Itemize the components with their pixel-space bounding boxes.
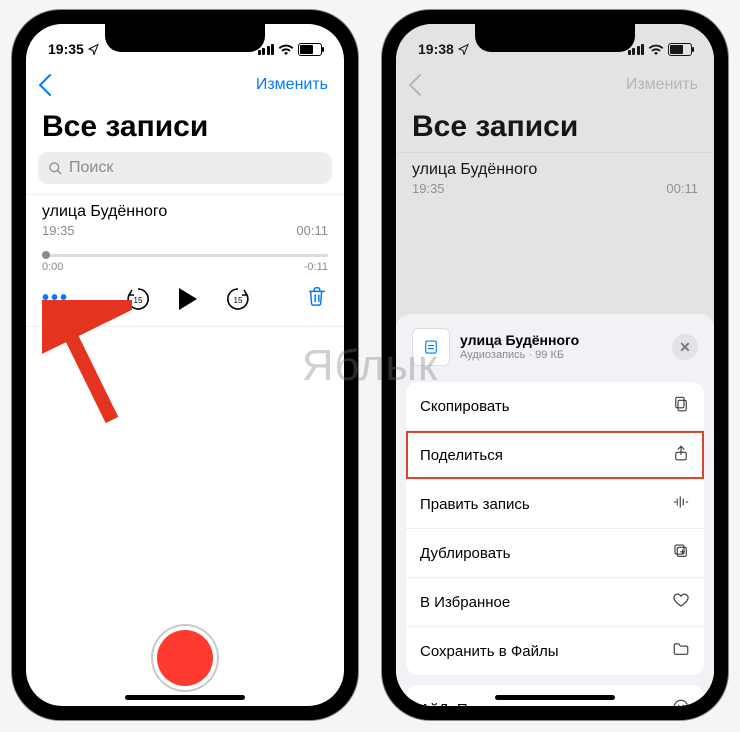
close-button[interactable]: ✕ <box>672 334 698 360</box>
page-title: Все записи <box>26 106 344 152</box>
play-button[interactable] <box>179 288 197 310</box>
recording-duration: 00:11 <box>296 223 328 238</box>
sheet-title: улица Будённого <box>460 332 662 349</box>
folder-icon <box>672 640 690 662</box>
recording-name: улица Будённого <box>42 203 328 221</box>
svg-text:15: 15 <box>233 296 242 305</box>
sheet-item-copy[interactable]: Скопировать <box>406 382 704 431</box>
battery-icon <box>298 43 322 56</box>
sheet-item-label: АйДаПрикол <box>420 701 508 707</box>
record-button[interactable] <box>157 630 213 686</box>
sheet-item-duplicate[interactable]: Дублировать <box>406 529 704 578</box>
home-indicator[interactable] <box>495 695 615 700</box>
skip-forward-15-button[interactable]: 15 <box>225 286 251 312</box>
wifi-icon <box>278 43 294 55</box>
sheet-item-share[interactable]: Поделиться <box>406 431 704 480</box>
delete-button[interactable] <box>306 285 328 312</box>
back-button[interactable] <box>42 77 58 93</box>
elapsed-time: 0:00 <box>42 261 63 273</box>
annotation-arrow <box>42 300 132 440</box>
recording-duration: 00:11 <box>666 181 698 196</box>
sheet-item-label: Скопировать <box>420 398 510 415</box>
sheet-item-favorite[interactable]: В Избранное <box>406 578 704 627</box>
heart-icon <box>672 591 690 613</box>
location-icon <box>88 43 100 55</box>
edit-button[interactable]: Изменить <box>256 76 328 94</box>
phone-right: 19:38 Изменить Все записи улица Будён <box>382 10 728 720</box>
battery-icon <box>668 43 692 56</box>
sheet-item-label: Дублировать <box>420 545 510 562</box>
recording-row: улица Будённого 19:35 00:11 <box>396 152 714 200</box>
sheet-item-label: Сохранить в Файлы <box>420 643 559 660</box>
recording-name: улица Будённого <box>412 161 698 179</box>
svg-text:15: 15 <box>133 296 142 305</box>
page-title: Все записи <box>396 106 714 152</box>
notch <box>475 24 635 52</box>
sheet-item-edit-recording[interactable]: Править запись <box>406 480 704 529</box>
sheet-item-save-files[interactable]: Сохранить в Файлы <box>406 627 704 675</box>
search-icon <box>48 161 63 176</box>
sheet-item-label: В Избранное <box>420 594 510 611</box>
edit-button: Изменить <box>626 76 698 94</box>
notch <box>105 24 265 52</box>
search-input[interactable]: Поиск <box>38 152 332 184</box>
duplicate-icon <box>672 542 690 564</box>
recording-time: 19:35 <box>412 181 445 196</box>
location-icon <box>458 43 470 55</box>
status-time: 19:38 <box>418 41 454 57</box>
nav-bar: Изменить <box>26 64 344 106</box>
waveform-icon <box>672 493 690 515</box>
wifi-icon <box>648 43 664 55</box>
sheet-item-label: Править запись <box>420 496 530 513</box>
remaining-time: -0:11 <box>304 261 328 273</box>
smile-icon <box>672 698 690 706</box>
sheet-menu-primary: Скопировать Поделиться Править запись Ду… <box>406 382 704 675</box>
nav-bar: Изменить <box>396 64 714 106</box>
action-sheet: улица Будённого Аудиозапись · 99 КБ ✕ Ск… <box>396 314 714 706</box>
sheet-item-label: Поделиться <box>420 447 503 464</box>
sheet-subtitle: Аудиозапись · 99 КБ <box>460 349 662 362</box>
back-button[interactable] <box>412 77 428 93</box>
copy-icon <box>672 395 690 417</box>
status-time: 19:35 <box>48 41 84 57</box>
playback-scrubber[interactable]: 0:00 -0:11 <box>42 254 328 273</box>
sheet-thumbnail-icon <box>412 328 450 366</box>
share-icon <box>672 444 690 466</box>
recording-time: 19:35 <box>42 223 75 238</box>
search-placeholder: Поиск <box>69 159 113 177</box>
recording-row[interactable]: улица Будённого 19:35 00:11 <box>26 194 344 242</box>
home-indicator[interactable] <box>125 695 245 700</box>
